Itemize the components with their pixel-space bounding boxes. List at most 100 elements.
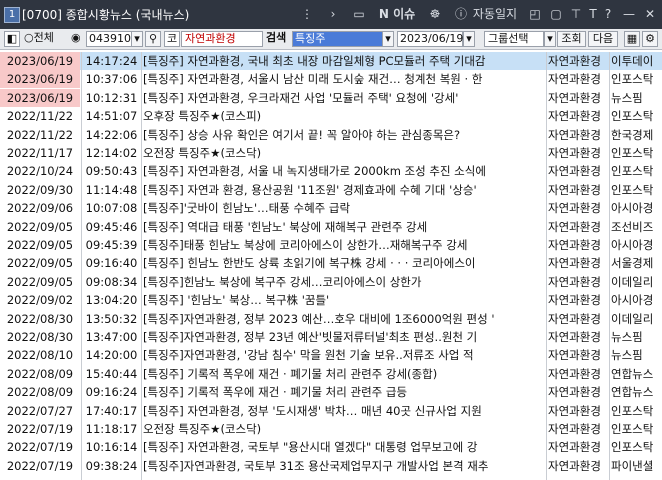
news-time: 17:40:17 xyxy=(85,403,138,418)
code-dropdown-button[interactable]: ▾ xyxy=(131,31,143,47)
pin-icon[interactable]: ⊤ xyxy=(569,6,583,22)
news-row[interactable]: 2022/08/09 15:40:44 [특징주] 기록적 폭우에 재건 · 폐기물… xyxy=(0,365,662,383)
keyword-dropdown-button[interactable]: ▾ xyxy=(382,31,394,47)
news-source: 아시아경 xyxy=(611,238,654,252)
minimize-icon[interactable]: — xyxy=(622,6,636,22)
group-select-label: 그룹선택 xyxy=(488,32,529,45)
stock-code-value: 043910 xyxy=(89,32,131,45)
layout-icon[interactable]: ▢ xyxy=(549,6,563,22)
right-arrow-icon[interactable]: › xyxy=(327,6,339,22)
news-row[interactable]: 2022/09/30 11:14:48 [특징주] 자연과 환경, 용산공원 '11… xyxy=(0,181,662,199)
split-icon[interactable]: ◰ xyxy=(528,6,542,22)
news-time: 13:47:00 xyxy=(85,330,138,344)
news-row[interactable]: 2022/08/10 14:20:00 [특징주]자연과환경, '강남 침수' 막을… xyxy=(0,346,662,364)
news-source: 인포스탁 xyxy=(611,146,654,160)
news-row[interactable]: 2022/09/05 09:16:40 [특징주] 힌남노 한반도 상륙 초읽기에 … xyxy=(0,254,662,272)
news-row[interactable]: 2022/07/19 09:38:24 [특징주]자연과환경, 국토부 31조 용산… xyxy=(0,457,662,475)
news-row[interactable]: 2023/06/19 10:12:31 [특징주] 자연과환경, 우크라재건 사업 … xyxy=(0,88,662,107)
news-source: 인포스탁 xyxy=(611,72,654,87)
keyword-input[interactable]: 특징주 xyxy=(292,31,393,47)
news-title: [특징주]자연과환경, 정부 2023 예산…호우 대비에 1조6000억원 편… xyxy=(143,311,495,326)
news-source: 아시아경 xyxy=(611,293,654,308)
news-row[interactable]: 2022/09/05 09:45:46 [특징주] 역대급 태풍 '힌남노' 북상에… xyxy=(0,218,662,236)
news-row[interactable]: 2022/07/27 17:40:17 [특징주] 자연과환경, 정부 '도시재생'… xyxy=(0,402,662,420)
news-source: 인포스탁 xyxy=(611,403,654,418)
news-source: 서울경제 xyxy=(611,256,654,271)
news-row[interactable]: 2022/08/30 13:50:32 [특징주]자연과환경, 정부 2023 예산… xyxy=(0,310,662,328)
group-select[interactable]: 그룹선택 xyxy=(484,31,544,47)
news-date: 2022/08/30 xyxy=(6,311,74,326)
news-time: 13:04:20 xyxy=(85,293,138,308)
news-date: 2022/11/22 xyxy=(6,127,74,142)
news-time: 10:07:08 xyxy=(85,201,138,216)
code-badge: 코 xyxy=(164,31,180,47)
news-row[interactable]: 2022/10/24 09:50:43 [특징주] 자연과환경, 서울 내 녹지생태… xyxy=(0,162,662,180)
date-field[interactable]: 2023/06/19 xyxy=(397,31,463,47)
news-date: 2022/08/09 xyxy=(6,366,74,381)
news-date: 2022/09/05 xyxy=(6,256,74,271)
news-source: 조선비즈 xyxy=(611,219,654,234)
next-button[interactable]: 다음 xyxy=(588,31,618,47)
news-row[interactable]: 2023/06/19 10:37:06 [특징주] 자연과환경, 서울시 남산 미래… xyxy=(0,70,662,89)
column-divider xyxy=(609,52,610,480)
radio-all-label: 전체 xyxy=(33,31,54,44)
news-source: 뉴스핌 xyxy=(611,90,643,105)
news-title: [특징주] 역대급 태풍 '힌남노' 북상에 재해복구 관련주 강세 xyxy=(143,219,428,234)
stock-name-field[interactable]: 자연과환경 xyxy=(181,31,263,47)
settings-gear-icon[interactable]: ⚙ xyxy=(642,31,658,47)
auto-journal-button[interactable]: 자동일지 xyxy=(470,6,520,22)
news-source: 연합뉴스 xyxy=(611,385,654,400)
news-list: 2023/06/19 14:17:24 [특징주] 자연과환경, 국내 최초 내장 … xyxy=(0,52,662,480)
font-size-icon[interactable]: T xyxy=(586,6,600,22)
news-row[interactable]: 2022/09/06 10:07:08 [특징주]'굿바이 힌남노'…태풍 수혜주 … xyxy=(0,199,662,217)
news-date: 2022/08/30 xyxy=(6,330,74,344)
news-source: 한국경제 xyxy=(611,127,654,142)
news-row[interactable]: 2022/11/22 14:51:07 오후장 특징주★(코스피) 자연과환경 인포스탁 xyxy=(0,107,662,125)
news-title: [특징주] 힌남노 한반도 상륙 초읽기에 복구株 강세 · · · 코리아에스… xyxy=(143,256,476,271)
group-dropdown-button[interactable]: ▾ xyxy=(544,31,556,47)
radio-all[interactable]: ○전체 xyxy=(24,31,70,47)
news-time: 09:50:43 xyxy=(85,164,138,179)
news-row[interactable]: 2022/07/19 10:16:14 [특징주] 자연과환경, 국토부 "용산시대… xyxy=(0,438,662,456)
news-source: 인포스탁 xyxy=(611,440,654,455)
table-icon[interactable]: ▦ xyxy=(624,31,640,47)
news-stock: 자연과환경 xyxy=(548,219,601,234)
news-date: 2022/09/05 xyxy=(6,238,74,252)
news-title: 오전장 특징주★(코스닥) xyxy=(143,422,262,436)
news-row[interactable]: 2022/11/17 12:14:02 오전장 특징주★(코스닥) 자연과환경 인포스탁 xyxy=(0,144,662,162)
news-date: 2022/11/22 xyxy=(6,109,74,124)
screen-icon[interactable]: ▭ xyxy=(352,6,366,22)
news-row[interactable]: 2022/09/05 09:08:34 [특징주]힌남노 북상에 복구주 강세…코리… xyxy=(0,273,662,291)
news-row[interactable]: 2022/07/19 11:18:17 오전장 특징주★(코스닥) 자연과환경 인포스탁 xyxy=(0,420,662,438)
news-row[interactable]: 2022/09/02 13:04:20 [특징주] '힌남노' 북상… 복구株 '꿈… xyxy=(0,291,662,309)
news-source: 이투데이 xyxy=(611,54,654,68)
news-title: [특징주] 자연과환경, 우크라재건 사업 '모듈러 주택' 요청에 '강세' xyxy=(143,90,459,105)
news-row[interactable]: 2022/09/05 09:45:39 [특징주]태풍 힌남노 북상에 코리아에스이… xyxy=(0,236,662,254)
news-row[interactable]: 2022/11/22 14:22:06 [특징주] 상승 사유 확인은 여기서 끝!… xyxy=(0,126,662,144)
query-button[interactable]: 조회 xyxy=(557,31,586,47)
news-issue-button[interactable]: N 이슈 xyxy=(377,6,417,22)
news-time: 12:14:02 xyxy=(85,146,138,160)
news-title: [특징주]자연과환경, 국토부 31조 용산국제업무지구 개발사업 본격 재추 xyxy=(143,458,489,473)
help-icon[interactable]: ? xyxy=(602,6,614,22)
gear-logo-icon[interactable]: ☸ xyxy=(427,6,443,22)
date-value: 2023/06/19 xyxy=(400,32,464,45)
news-title: 오후장 특징주★(코스피) xyxy=(143,109,262,124)
date-dropdown-button[interactable]: ▾ xyxy=(463,31,475,47)
info-icon[interactable]: ⓘ xyxy=(454,6,468,22)
news-row[interactable]: 2023/06/19 14:17:24 [특징주] 자연과환경, 국내 최초 내장 … xyxy=(0,52,662,70)
news-stock: 자연과환경 xyxy=(548,330,601,344)
news-date: 2022/07/19 xyxy=(6,440,74,455)
menu-dots-icon[interactable]: ⋮ xyxy=(300,6,314,22)
news-date: 2023/06/19 xyxy=(0,70,80,89)
news-row[interactable]: 2022/08/30 13:47:00 [특징주]자연과환경, 정부 23년 예산'… xyxy=(0,328,662,346)
news-title: [특징주] 자연과환경, 정부 '도시재생' 박차… 매년 40곳 신규사업 지… xyxy=(143,403,482,418)
news-date: 2022/08/10 xyxy=(6,348,74,363)
news-stock: 자연과환경 xyxy=(548,72,601,87)
close-icon[interactable]: ✕ xyxy=(643,6,657,22)
radio-code[interactable]: ◉ xyxy=(71,31,85,47)
panel-toggle-icon[interactable]: ◧ xyxy=(4,31,20,47)
search-icon[interactable]: ⚲ xyxy=(145,31,161,47)
news-row[interactable]: 2022/08/09 09:16:24 [특징주] 기록적 폭우에 재건 · 폐기물… xyxy=(0,383,662,401)
search-label: 검색 xyxy=(266,31,287,44)
